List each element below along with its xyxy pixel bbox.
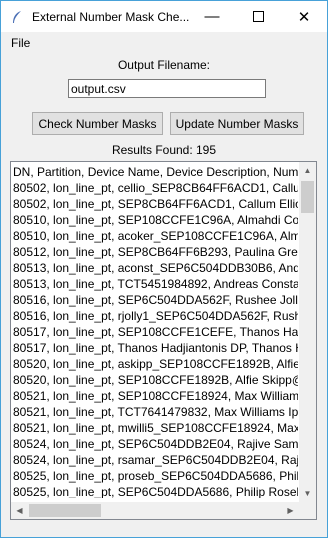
minimize-icon: —: [204, 8, 220, 25]
results-found-label: Results Found: 195: [111, 143, 217, 157]
list-item[interactable]: 80521, lon_line_pt, SEP108CCFE18924, Max…: [13, 388, 298, 404]
results-list: DN, Partition, Device Name, Device Descr…: [13, 164, 298, 498]
vertical-scrollbar[interactable]: ▲ ▼: [299, 162, 316, 502]
list-item[interactable]: 80521, lon_line_pt, mwilli5_SEP108CCFE18…: [13, 420, 298, 436]
minimize-button[interactable]: —: [189, 1, 235, 32]
title-bar[interactable]: External Number Mask Che... — ✕: [1, 1, 327, 32]
horizontal-scroll-thumb[interactable]: [29, 504, 101, 517]
list-item[interactable]: 80513, lon_line_pt, aconst_SEP6C504DDB30…: [13, 260, 298, 276]
list-item[interactable]: 80517, lon_line_pt, SEP108CCFE1CEFE, Tha…: [13, 324, 298, 340]
list-item[interactable]: 80525, lon_line_pt, proseb_SEP6C504DDA56…: [13, 468, 298, 484]
app-window: External Number Mask Che... — ✕ File Out…: [0, 0, 328, 538]
list-item[interactable]: 80520, lon_line_pt, SEP108CCFE1892B, Alf…: [13, 372, 298, 388]
output-filename-input[interactable]: [68, 79, 266, 98]
list-item[interactable]: 80524, lon_line_pt, SEP6C504DDB2E04, Raj…: [13, 436, 298, 452]
close-icon: ✕: [297, 8, 311, 26]
list-item[interactable]: DN, Partition, Device Name, Device Descr…: [13, 164, 298, 180]
vertical-scroll-thumb[interactable]: [301, 181, 314, 213]
list-item[interactable]: 80525, lon_line_pt, SEP6C504DDA5686, Phi…: [13, 484, 298, 498]
list-item[interactable]: 80502, lon_line_pt, cellio_SEP8CB64FF6AC…: [13, 180, 298, 196]
feather-app-icon: [9, 9, 25, 25]
list-item[interactable]: 80513, lon_line_pt, TCT5451984892, Andre…: [13, 276, 298, 292]
output-filename-label: Output Filename:: [117, 58, 211, 72]
list-item[interactable]: 80516, lon_line_pt, SEP6C504DDA562F, Rus…: [13, 292, 298, 308]
scroll-corner: [299, 502, 316, 519]
maximize-icon: [252, 11, 264, 22]
list-item[interactable]: 80521, lon_line_pt, TCT7641479832, Max W…: [13, 404, 298, 420]
scroll-left-icon[interactable]: ◀: [11, 502, 28, 519]
menu-file[interactable]: File: [11, 36, 30, 50]
menu-bar: File: [1, 32, 327, 52]
check-number-masks-button[interactable]: Check Number Masks: [32, 112, 163, 135]
list-item[interactable]: 80516, lon_line_pt, rjolly1_SEP6C504DDA5…: [13, 308, 298, 324]
window-title: External Number Mask Che...: [32, 10, 190, 24]
results-listbox[interactable]: DN, Partition, Device Name, Device Descr…: [10, 161, 317, 520]
list-item[interactable]: 80524, lon_line_pt, rsamar_SEP6C504DDB2E…: [13, 452, 298, 468]
list-item[interactable]: 80512, lon_line_pt, SEP8CB64FF6B293, Pau…: [13, 244, 298, 260]
list-item[interactable]: 80510, lon_line_pt, SEP108CCFE1C96A, Alm…: [13, 212, 298, 228]
scroll-right-icon[interactable]: ▶: [282, 502, 299, 519]
maximize-button[interactable]: [235, 1, 281, 32]
list-item[interactable]: 80517, lon_line_pt, Thanos Hadjiantonis …: [13, 340, 298, 356]
list-item[interactable]: 80510, lon_line_pt, acoker_SEP108CCFE1C9…: [13, 228, 298, 244]
scroll-down-icon[interactable]: ▼: [299, 485, 316, 502]
close-button[interactable]: ✕: [281, 1, 327, 32]
scroll-up-icon[interactable]: ▲: [299, 162, 316, 179]
horizontal-scrollbar[interactable]: ◀ ▶: [11, 502, 299, 519]
list-item[interactable]: 80520, lon_line_pt, askipp_SEP108CCFE189…: [13, 356, 298, 372]
list-item[interactable]: 80502, lon_line_pt, SEP8CB64FF6ACD1, Cal…: [13, 196, 298, 212]
update-number-masks-button[interactable]: Update Number Masks: [170, 112, 304, 135]
